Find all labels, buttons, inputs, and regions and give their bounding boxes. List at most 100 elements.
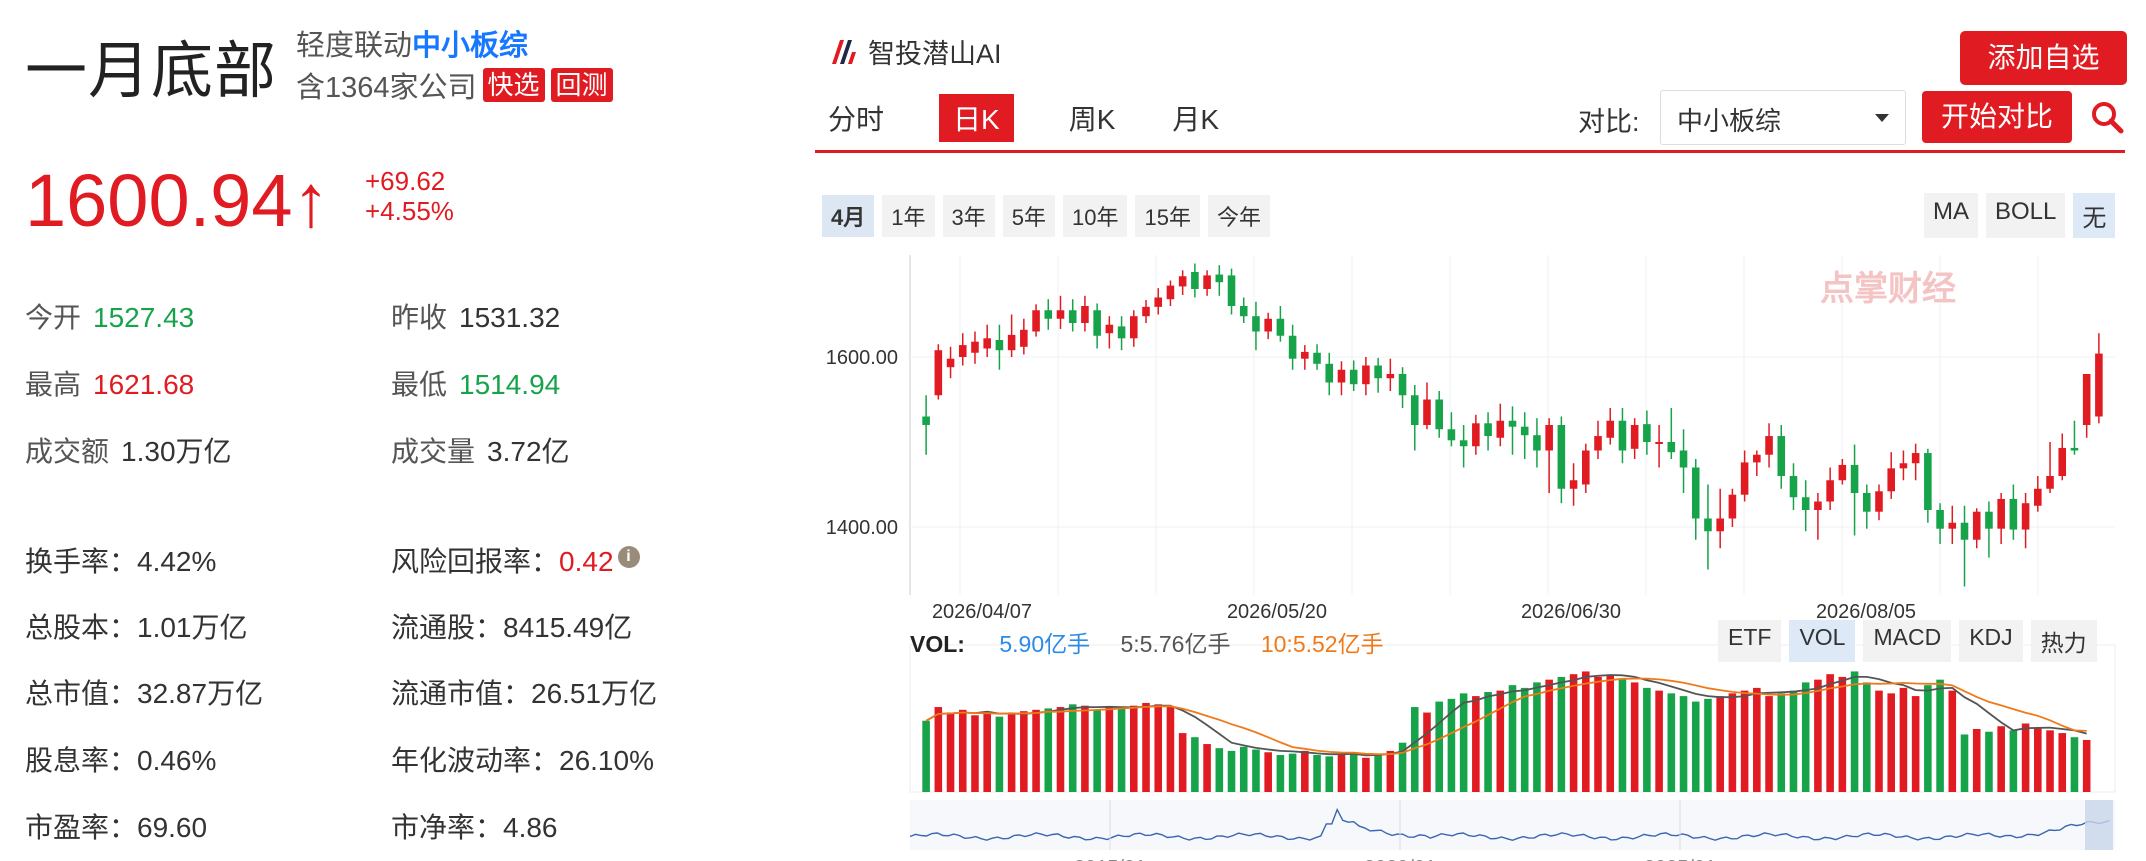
candle-body <box>1154 297 1163 307</box>
quick-select-button[interactable]: 快选 <box>482 68 545 102</box>
chevron-down-icon <box>1875 114 1889 122</box>
candle-body <box>1178 276 1187 287</box>
range-15y[interactable]: 15年 <box>1135 195 1200 237</box>
vol-ma5: 5:5.76亿手 <box>1120 631 1231 657</box>
volume-bar <box>1594 676 1602 792</box>
candle-body <box>1410 395 1419 425</box>
volume-bar <box>1777 693 1786 792</box>
tab-heat[interactable]: 热力 <box>2030 620 2097 662</box>
start-compare-button[interactable]: 开始对比 <box>1922 91 2072 143</box>
vol-value: 5.90亿手 <box>999 631 1091 657</box>
open-label: 今开 <box>25 302 82 333</box>
volume-bar <box>1374 753 1382 792</box>
high-value: 1621.68 <box>93 369 195 400</box>
tab-macd[interactable]: MACD <box>1863 620 1952 662</box>
tab-vol[interactable]: VOL <box>1789 620 1856 662</box>
volume-bar <box>2070 737 2079 792</box>
tab-daily-k[interactable]: 日K <box>939 94 1014 142</box>
candle-body <box>1508 420 1517 427</box>
volume-bar <box>1362 757 1370 792</box>
candle-body <box>1911 453 1920 464</box>
compare-value: 中小板综 <box>1677 106 1782 136</box>
volume-bar <box>1728 693 1737 792</box>
volume-bar <box>946 712 955 792</box>
tab-monthly-k[interactable]: 月K <box>1170 94 1221 142</box>
tab-intraday[interactable]: 分时 <box>826 94 886 142</box>
watermark: 点掌财经 <box>1820 270 1956 308</box>
linked-index-link[interactable]: 中小板综 <box>412 30 528 62</box>
volume-bar <box>995 716 1004 792</box>
volume-bar <box>1716 696 1724 792</box>
candle-body <box>922 416 930 425</box>
candle-body <box>1007 334 1016 351</box>
candle-body <box>1472 423 1480 447</box>
candle-body <box>1105 324 1114 334</box>
candle-body <box>1435 399 1443 430</box>
candle-body <box>1325 363 1334 383</box>
candle-body <box>971 341 979 353</box>
change-value: +69.62 <box>365 166 446 196</box>
candle-body <box>1301 351 1309 359</box>
candle-body <box>1972 511 1981 540</box>
compare-label: 对比: <box>1578 107 1640 137</box>
candle-body <box>1166 285 1175 300</box>
annual-volatility: 年化波动率：26.10% <box>391 745 654 776</box>
candle-body <box>1862 493 1871 512</box>
volume-bar <box>1960 734 1969 792</box>
candle-body <box>2021 503 2030 530</box>
range-3y[interactable]: 3年 <box>942 195 995 237</box>
add-watchlist-button[interactable]: 添加自选 <box>1960 31 2127 85</box>
volume-bar <box>1520 687 1529 792</box>
candle-body <box>1789 476 1798 498</box>
current-price: 1600.94↑ <box>25 159 330 242</box>
range-ytd[interactable]: 今年 <box>1207 195 1270 237</box>
candle-body <box>1740 462 1749 495</box>
backtest-button[interactable]: 回测 <box>550 68 613 102</box>
candle-body <box>983 338 991 349</box>
kline-chart[interactable]: 1600.00 1400.00 2026/04/07 2026/05/20 2026/0… <box>815 250 2125 861</box>
volume-bar <box>1032 709 1040 792</box>
candle-body <box>1899 463 1908 469</box>
range-4m[interactable]: 4月 <box>822 195 875 237</box>
x-tick-label: 2026/06/30 <box>1521 601 1621 623</box>
range-10y[interactable]: 10年 <box>1063 195 1128 237</box>
tab-kdj[interactable]: KDJ <box>1959 620 2023 662</box>
candle-body <box>1753 454 1761 463</box>
candle-body <box>1850 464 1859 493</box>
volume-bar <box>1117 708 1126 792</box>
range-1y[interactable]: 1年 <box>882 195 935 237</box>
info-icon[interactable]: i <box>617 545 640 568</box>
volume-bar <box>1472 696 1480 792</box>
range-5y[interactable]: 5年 <box>1002 195 1055 237</box>
volume-bar <box>1288 753 1297 792</box>
index-name: 一月底部 <box>25 37 278 106</box>
volume-bar <box>1533 682 1541 792</box>
volume-bar <box>1643 687 1651 792</box>
candle-body <box>1960 522 1969 540</box>
candle-body <box>995 340 1004 351</box>
indicator-ma[interactable]: MA <box>1924 193 1978 238</box>
candle-body <box>1313 352 1321 364</box>
indicator-boll[interactable]: BOLL <box>1986 193 2066 238</box>
volume-bar <box>1948 690 1957 792</box>
volume-label: 成交量 <box>391 436 476 467</box>
candle-body <box>1557 425 1566 489</box>
indicator-none[interactable]: 无 <box>2073 193 2116 238</box>
tab-weekly-k[interactable]: 周K <box>1067 94 1118 142</box>
candle-body <box>1924 453 1932 510</box>
search-icon[interactable] <box>2090 100 2124 134</box>
compare-select[interactable]: 中小板综 <box>1660 90 1906 145</box>
candle-body <box>1630 425 1639 449</box>
candle-body <box>2009 498 2018 530</box>
volume-bar <box>1105 707 1114 792</box>
volume-bar <box>1227 750 1236 792</box>
tab-etf[interactable]: ETF <box>1718 620 1782 662</box>
volume-bar <box>1997 726 2005 792</box>
candle-body <box>1239 306 1248 317</box>
x-tick-label: 2026/04/07 <box>932 601 1032 623</box>
x-tick-label: 2026/05/20 <box>1227 601 1327 623</box>
pe-ratio: 市盈率：69.60 <box>25 812 208 843</box>
volume-bar <box>1899 687 1908 792</box>
candle-body <box>1386 374 1395 379</box>
risk-return-label: 风险回报率： <box>391 546 560 577</box>
